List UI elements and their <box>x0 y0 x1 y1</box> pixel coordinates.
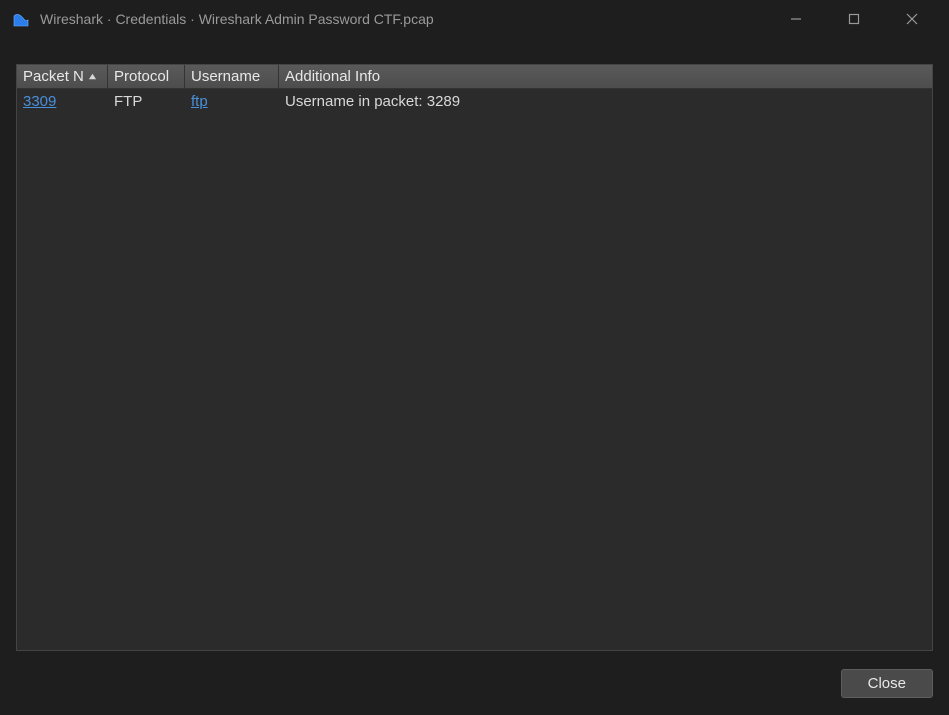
minimize-button[interactable] <box>767 0 825 38</box>
cell-protocol: FTP <box>108 91 185 112</box>
column-header-label: Username <box>191 68 260 85</box>
username-link[interactable]: ftp <box>191 93 208 110</box>
column-header-packet[interactable]: Packet N <box>17 65 108 88</box>
cell-username: ftp <box>185 91 279 112</box>
window-title: Wireshark · Credentials · Wireshark Admi… <box>40 11 767 27</box>
cell-info: Username in packet: 3289 <box>279 91 932 112</box>
packet-link[interactable]: 3309 <box>23 93 56 110</box>
column-header-label: Protocol <box>114 68 169 85</box>
sort-ascending-icon <box>88 72 97 81</box>
table-row[interactable]: 3309 FTP ftp Username in packet: 3289 <box>17 89 932 113</box>
column-header-label: Packet N <box>23 68 84 85</box>
dialog-footer: Close <box>16 651 933 701</box>
table-header: Packet N Protocol Username Additional In… <box>17 65 932 89</box>
content-area: Packet N Protocol Username Additional In… <box>0 38 949 715</box>
titlebar: Wireshark · Credentials · Wireshark Admi… <box>0 0 949 38</box>
column-header-username[interactable]: Username <box>185 65 279 88</box>
cell-packet: 3309 <box>17 91 108 112</box>
close-button[interactable]: Close <box>841 669 933 698</box>
window-controls <box>767 0 941 38</box>
column-header-info[interactable]: Additional Info <box>279 65 932 88</box>
column-header-protocol[interactable]: Protocol <box>108 65 185 88</box>
wireshark-icon <box>12 10 30 28</box>
close-window-button[interactable] <box>883 0 941 38</box>
maximize-button[interactable] <box>825 0 883 38</box>
column-header-label: Additional Info <box>285 68 380 85</box>
credentials-table: Packet N Protocol Username Additional In… <box>16 64 933 651</box>
table-body: 3309 FTP ftp Username in packet: 3289 <box>17 89 932 113</box>
